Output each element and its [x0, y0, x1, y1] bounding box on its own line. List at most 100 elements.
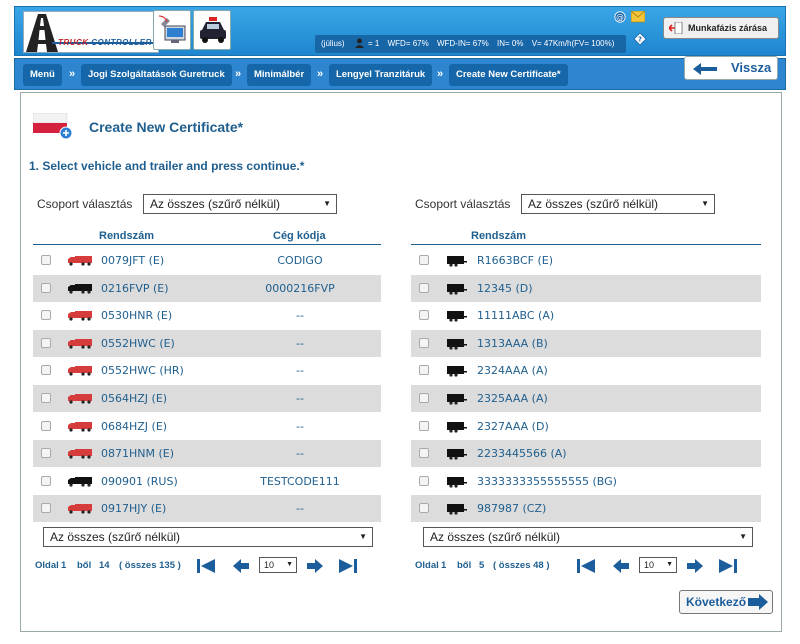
next-page-icon[interactable] — [307, 558, 323, 574]
trailer-icon — [447, 421, 467, 433]
vehicle-checkbox[interactable] — [41, 310, 51, 321]
last-page-icon[interactable] — [719, 558, 737, 574]
previous-page-icon[interactable] — [233, 558, 249, 574]
police-car-button[interactable] — [193, 10, 231, 50]
vehicle-row[interactable]: 0917HJY (E) -- — [33, 495, 381, 523]
satellite-computer-icon — [158, 15, 186, 43]
trailer-checkbox[interactable] — [419, 503, 429, 514]
mail-envelope-icon[interactable] — [631, 11, 645, 23]
trailer-row[interactable]: 2233445566 (A) — [411, 440, 761, 468]
stats-velocity: V= 47Km/h(FV= 100%) — [531, 39, 615, 48]
breadcrumb-menu[interactable]: Menü — [23, 64, 62, 86]
chevron-down-icon: ▼ — [739, 532, 747, 541]
left-group-label: Csoport választás — [37, 197, 133, 211]
breadcrumb-minimum-wage[interactable]: Minimálbér — [247, 64, 312, 86]
pager-of-label: ből — [77, 560, 92, 571]
vehicle-checkbox[interactable] — [41, 365, 51, 376]
trailer-icon — [447, 366, 467, 377]
close-work-phase-button[interactable]: Munkafázis zárása — [663, 17, 779, 39]
pager-total-count: ( összes 48 ) — [493, 560, 550, 571]
left-filter-select[interactable]: Az összes (szűrő nélkül) ▼ — [43, 527, 373, 547]
first-page-icon[interactable] — [577, 558, 595, 574]
breadcrumb-polish-transit[interactable]: Lengyel Tranzitáruk — [329, 64, 433, 86]
status-stats-bar: (július) = 1 WFD= 67% WFD-IN= 67% IN= 0%… — [315, 35, 627, 53]
vehicle-row[interactable]: 0530HNR (E) -- — [33, 302, 381, 329]
vehicle-row[interactable]: 0216FVP (E) 0000216FVP — [33, 274, 381, 302]
vehicle-row[interactable]: 0552HWC (HR) -- — [33, 357, 381, 384]
trailer-row[interactable]: 2325AAA (A) — [411, 385, 761, 412]
breadcrumb-legal-services[interactable]: Jogi Szolgáltatások Guretruck — [81, 64, 232, 86]
trailer-row[interactable]: 2327AAA (D) — [411, 413, 761, 440]
help-diamond-icon[interactable]: ? — [633, 33, 647, 45]
trailer-row[interactable]: R1663BCF (E) — [411, 247, 761, 274]
trailer-row[interactable]: 1313AAA (B) — [411, 329, 761, 357]
first-page-icon[interactable] — [197, 558, 215, 574]
at-sign-icon[interactable]: @ — [613, 11, 627, 23]
pager-total-pages: 14 — [99, 560, 110, 571]
vehicle-company-code: -- — [296, 364, 304, 378]
trailer-row[interactable]: 987987 (CZ) — [411, 495, 761, 523]
vehicle-checkbox[interactable] — [41, 448, 51, 459]
vehicle-checkbox[interactable] — [41, 282, 51, 293]
left-page-size-select[interactable]: 10 ▼ — [259, 557, 297, 573]
trailer-checkbox[interactable] — [419, 475, 429, 486]
vehicle-row[interactable]: 090901 (RUS) TESTCODE111 — [33, 468, 381, 495]
trailer-checkbox[interactable] — [419, 393, 429, 403]
chevron-down-icon: ▼ — [286, 561, 293, 568]
right-pagination: Oldal 1 ből 5 ( összes 48 ) 10 ▼ — [415, 556, 755, 576]
last-page-icon[interactable] — [339, 558, 357, 574]
trailer-checkbox[interactable] — [419, 255, 429, 265]
trailer-checkbox[interactable] — [419, 337, 429, 348]
vehicle-checkbox[interactable] — [41, 420, 51, 431]
right-page-size-select[interactable]: 10 ▼ — [639, 557, 677, 573]
page-size-value: 10 — [264, 560, 275, 570]
vehicle-plate: 0552HWC (HR) — [101, 364, 184, 378]
red-truck-icon — [68, 449, 92, 459]
trailer-checkbox[interactable] — [419, 282, 429, 293]
trailer-checkbox[interactable] — [419, 310, 429, 321]
red-truck-icon — [68, 394, 92, 404]
trailer-icon — [447, 311, 467, 322]
top-header: TRUCK CONTROLLER (július) = 1 WFD= 67% W… — [14, 6, 786, 56]
logo-text-truck: TRUCK — [58, 38, 89, 47]
trailer-row[interactable]: 12345 (D) — [411, 274, 761, 302]
stats-users: = 1 — [368, 39, 380, 48]
left-group-select[interactable]: Az összes (szűrő nélkül) ▼ — [143, 194, 337, 214]
next-page-icon[interactable] — [687, 558, 703, 574]
trailer-checkbox[interactable] — [419, 420, 429, 431]
back-button[interactable]: Vissza — [684, 56, 778, 80]
left-pagination: Oldal 1 ből 14 ( összes 135 ) 10 ▼ — [35, 556, 375, 576]
close-work-phase-label: Munkafázis zárása — [688, 23, 768, 33]
right-group-select[interactable]: Az összes (szűrő nélkül) ▼ — [521, 194, 715, 214]
red-truck-icon — [68, 311, 92, 321]
truck-controller-logo[interactable]: TRUCK CONTROLLER — [23, 11, 159, 53]
right-filter-select[interactable]: Az összes (szűrő nélkül) ▼ — [423, 527, 753, 547]
trailer-row[interactable]: 11111ABC (A) — [411, 302, 761, 329]
trailer-row[interactable]: 2324AAA (A) — [411, 357, 761, 384]
next-button[interactable]: Következő — [679, 590, 773, 614]
trailer-row[interactable]: 3333333355555555 (BG) — [411, 468, 761, 495]
trailer-checkbox[interactable] — [419, 448, 429, 459]
vehicle-checkbox[interactable] — [41, 393, 51, 403]
vehicle-row[interactable]: 0684HZJ (E) -- — [33, 413, 381, 440]
vehicle-company-code: -- — [296, 309, 304, 323]
trailer-plate: 2233445566 (A) — [477, 447, 567, 461]
pager-current-page: 1 — [441, 560, 447, 571]
stats-month: (július) — [321, 39, 345, 48]
vehicle-checkbox[interactable] — [41, 503, 51, 514]
police-car-icon — [200, 17, 226, 43]
red-truck-icon — [68, 256, 92, 266]
vehicle-checkbox[interactable] — [41, 255, 51, 265]
vehicle-row[interactable]: 0079JFT (E) CODIGO — [33, 247, 381, 274]
previous-page-icon[interactable] — [613, 558, 629, 574]
vehicle-row[interactable]: 0871HNM (E) -- — [33, 440, 381, 468]
satellite-computer-button[interactable] — [153, 10, 191, 50]
trailer-checkbox[interactable] — [419, 365, 429, 376]
vehicle-row[interactable]: 0552HWC (E) -- — [33, 329, 381, 357]
vehicle-row[interactable]: 0564HZJ (E) -- — [33, 385, 381, 412]
vehicle-checkbox[interactable] — [41, 475, 51, 486]
trailer-icon — [447, 394, 467, 405]
vehicle-checkbox[interactable] — [41, 337, 51, 348]
breadcrumb-create-certificate[interactable]: Create New Certificate* — [449, 64, 568, 86]
trailer-icon — [447, 256, 467, 267]
